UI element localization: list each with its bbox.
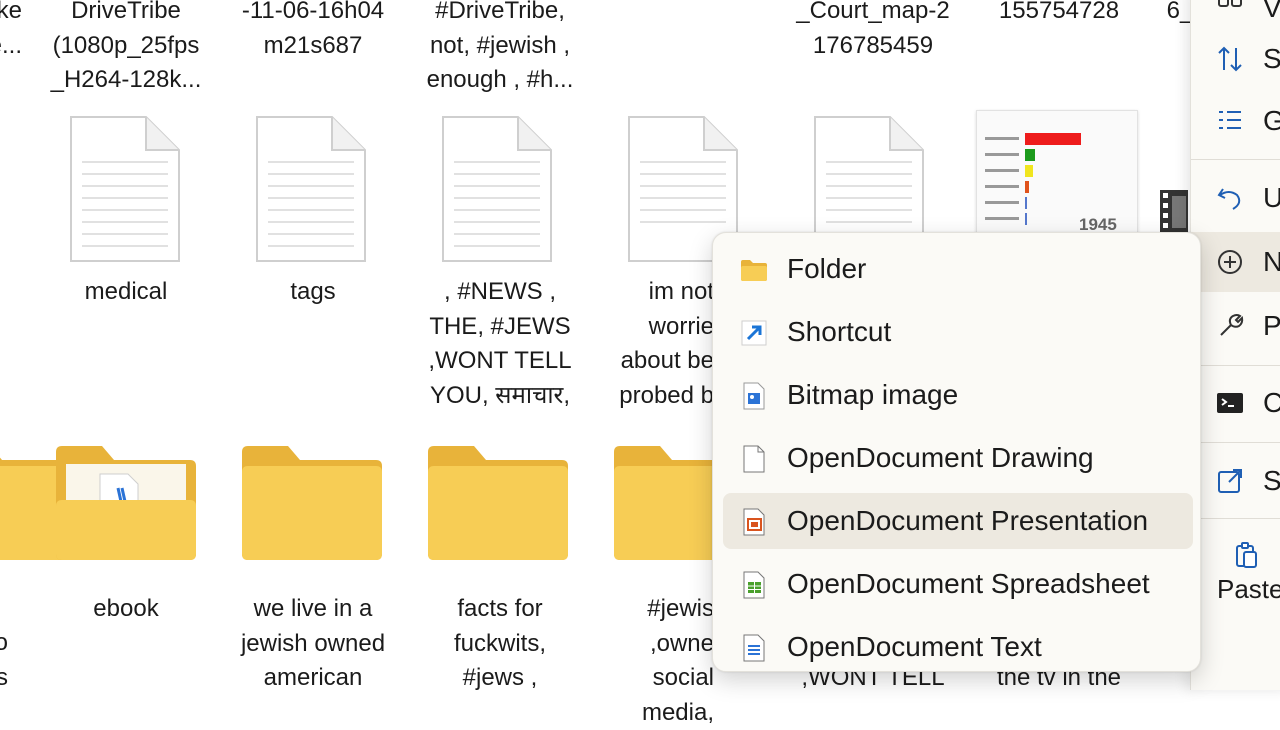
file-label[interactable]: #DriveTribe, not, #jewish , enough , #h.… — [410, 0, 590, 98]
video-icon[interactable] — [1160, 190, 1188, 234]
undo-icon — [1217, 188, 1241, 210]
show-more-icon — [1218, 469, 1242, 493]
file-label[interactable]: ke e... — [0, 0, 22, 63]
view-icon — [1218, 0, 1242, 7]
file-label[interactable]: medical — [36, 275, 216, 310]
file-label[interactable]: DriveTribe (1080p_25fps _H264-128k... — [36, 0, 216, 98]
menu-separator — [1191, 518, 1280, 519]
file-label[interactable]: -11-06-16h04 m21s687 — [222, 0, 404, 63]
new-submenu: Folder Shortcut Bitmap image OpenDocumen… — [712, 232, 1201, 672]
paste-label: Paste — [1217, 574, 1280, 604]
menu-item-od-spreadsheet[interactable]: OpenDocument Spreadsheet — [723, 556, 1193, 612]
menu-item-label: OpenDocument Drawing — [787, 442, 1094, 473]
menu-separator — [1191, 442, 1280, 443]
menu-item-terminal[interactable]: C — [1191, 373, 1280, 433]
menu-item-label: U — [1263, 182, 1280, 213]
menu-item-bitmap[interactable]: Bitmap image — [723, 367, 1193, 423]
bitmap-icon — [743, 382, 765, 410]
paste-icon — [1236, 542, 1257, 568]
menu-item-label: S — [1263, 465, 1280, 496]
menu-item-new[interactable]: N — [1191, 232, 1280, 292]
menu-item-od-text[interactable]: OpenDocument Text — [723, 619, 1193, 675]
folder-icon[interactable] — [238, 444, 386, 562]
menu-item-group[interactable]: G — [1191, 91, 1280, 151]
menu-item-label: N — [1263, 246, 1280, 277]
menu-item-sort[interactable]: S — [1191, 29, 1280, 89]
shortcut-icon — [741, 320, 767, 346]
menu-item-properties[interactable]: P — [1191, 296, 1280, 356]
menu-separator — [1191, 159, 1280, 160]
menu-item-label: C — [1263, 387, 1280, 418]
wrench-icon — [1220, 314, 1244, 336]
file-label[interactable]: ebook — [36, 592, 216, 627]
folder-icon — [741, 260, 767, 281]
menu-item-od-drawing[interactable]: OpenDocument Drawing — [723, 430, 1193, 486]
menu-item-show-more[interactable]: S — [1191, 451, 1280, 511]
document-icon[interactable] — [70, 116, 180, 262]
file-label[interactable]: im not worrie about be probed b — [596, 275, 714, 413]
new-icon — [1218, 250, 1242, 274]
presentation-icon — [743, 508, 765, 536]
menu-item-label: G — [1263, 105, 1280, 136]
file-label[interactable]: o s — [0, 626, 8, 695]
folder-icon[interactable] — [52, 444, 200, 562]
context-menu: V S G U N P C S Paste — [1190, 0, 1280, 690]
menu-item-label: Bitmap image — [787, 379, 959, 410]
file-label[interactable]: 155754728 — [970, 0, 1148, 29]
menu-item-od-presentation[interactable]: OpenDocument Presentation — [723, 493, 1193, 549]
menu-item-label: Folder — [787, 253, 867, 284]
paste-button[interactable]: Paste — [1191, 528, 1280, 618]
file-label[interactable]: #jewis ,owne social media, — [596, 592, 714, 730]
file-label[interactable]: , #NEWS , THE, #JEWS ,WONT TELL YOU, समा… — [410, 275, 590, 413]
document-icon[interactable] — [256, 116, 366, 262]
menu-item-label: S — [1263, 43, 1280, 74]
group-by-icon — [1219, 111, 1241, 129]
text-doc-icon — [743, 634, 765, 662]
terminal-icon — [1217, 393, 1243, 413]
menu-item-folder[interactable]: Folder — [723, 241, 1193, 297]
sort-icon — [1218, 46, 1242, 72]
menu-item-label: OpenDocument Spreadsheet — [787, 568, 1150, 599]
menu-item-shortcut[interactable]: Shortcut — [723, 304, 1193, 360]
menu-item-label: Shortcut — [787, 316, 892, 347]
image-thumbnail[interactable]: 1945 — [976, 110, 1138, 242]
file-label[interactable]: tags — [222, 275, 404, 310]
document-icon[interactable] — [442, 116, 552, 262]
drawing-icon — [743, 445, 765, 473]
menu-item-label: OpenDocument Text — [787, 631, 1042, 662]
folder-icon[interactable] — [424, 444, 572, 562]
file-label[interactable]: we live in a jewish owned american — [222, 592, 404, 696]
menu-item-label: P — [1263, 310, 1280, 341]
menu-item-undo[interactable]: U — [1191, 168, 1280, 228]
spreadsheet-icon — [743, 571, 765, 599]
file-label[interactable]: _Court_map-2 176785459 — [782, 0, 964, 63]
menu-item-label: OpenDocument Presentation — [787, 505, 1149, 536]
file-label[interactable]: facts for fuckwits, #jews , — [410, 592, 590, 696]
menu-separator — [1191, 365, 1280, 366]
